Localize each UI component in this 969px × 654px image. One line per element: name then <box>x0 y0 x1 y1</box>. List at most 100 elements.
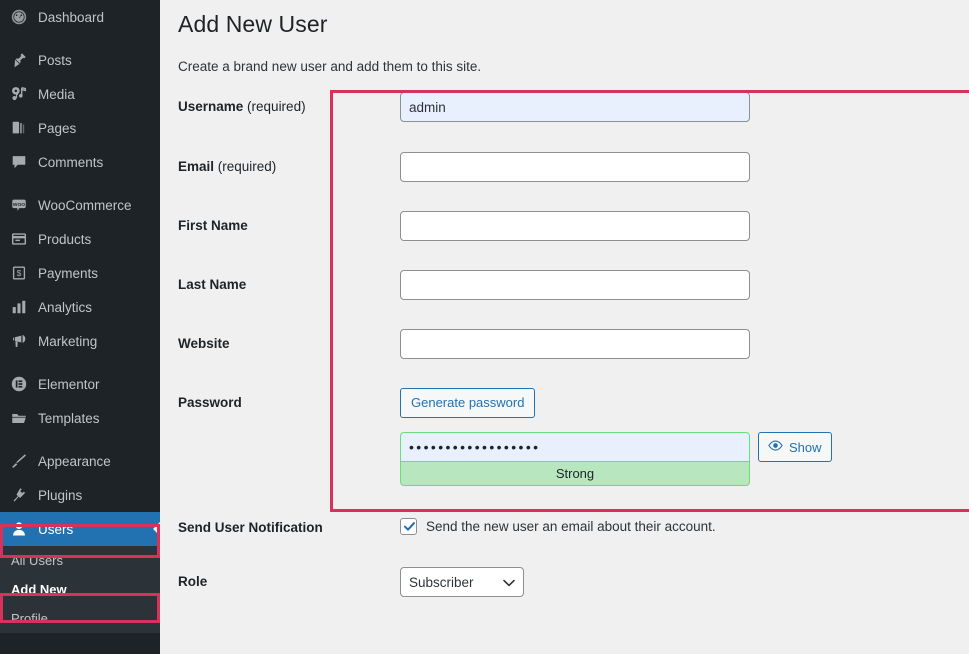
last-name-field-wrap <box>400 270 858 300</box>
email-input[interactable] <box>400 152 750 182</box>
sidebar-item-media[interactable]: Media <box>0 77 160 111</box>
sidebar-item-label: Templates <box>38 410 100 426</box>
sidebar-item-elementor[interactable]: Elementor <box>0 367 160 401</box>
last-name-input[interactable] <box>400 270 750 300</box>
website-input[interactable] <box>400 329 750 359</box>
sidebar-item-templates[interactable]: Templates <box>0 401 160 435</box>
sidebar-item-dashboard[interactable]: Dashboard <box>0 0 160 34</box>
role-field-wrap: Subscriber <box>400 567 858 597</box>
sidebar-item-plugins[interactable]: Plugins <box>0 478 160 512</box>
sidebar-item-marketing[interactable]: Marketing <box>0 324 160 358</box>
sidebar-item-label: Users <box>38 521 74 537</box>
users-icon <box>9 519 29 539</box>
email-required-suffix: (required) <box>214 159 277 174</box>
sidebar-item-woocommerce[interactable]: WOO WooCommerce <box>0 188 160 222</box>
password-input[interactable] <box>400 432 750 462</box>
sidebar-item-label: WooCommerce <box>38 197 132 213</box>
sidebar-item-pages[interactable]: Pages <box>0 111 160 145</box>
svg-text:$: $ <box>17 268 22 278</box>
form-row-send-notification: Send User Notification Send the new user… <box>178 518 858 535</box>
page-title: Add New User <box>178 11 328 37</box>
sidebar-item-label: Dashboard <box>38 9 105 25</box>
first-name-input[interactable] <box>400 211 750 241</box>
password-strength-label: Strong <box>555 465 595 481</box>
sidebar-subitem-label: All Users <box>11 553 64 568</box>
password-column: Strong <box>400 432 750 486</box>
role-select-value: Subscriber <box>409 574 474 590</box>
sidebar-item-all-users[interactable]: All Users <box>0 546 160 575</box>
sidebar-item-payments[interactable]: $ Payments <box>0 256 160 290</box>
first-name-label: First Name <box>178 211 400 233</box>
svg-text:WOO: WOO <box>13 202 25 208</box>
sidebar-item-label: Elementor <box>38 376 100 392</box>
form-row-last-name: Last Name <box>178 270 858 300</box>
comments-icon <box>9 152 29 172</box>
role-select[interactable]: Subscriber <box>400 567 524 597</box>
media-icon <box>9 84 29 104</box>
appearance-icon <box>9 451 29 471</box>
sidebar-item-label: Pages <box>38 120 77 136</box>
send-notification-field-wrap: Send the new user an email about their a… <box>400 518 858 535</box>
role-label: Role <box>178 567 400 589</box>
sidebar-item-label: Plugins <box>38 487 83 503</box>
page-subtitle: Create a brand new user and add them to … <box>178 59 482 74</box>
password-label-text: Password <box>178 395 242 410</box>
show-password-label: Show <box>789 439 822 455</box>
generate-password-button[interactable]: Generate password <box>400 388 536 418</box>
password-field-wrap: Generate password Strong <box>400 388 858 486</box>
elementor-icon <box>9 374 29 394</box>
payments-icon: $ <box>9 263 29 283</box>
sidebar-item-comments[interactable]: Comments <box>0 145 160 179</box>
form-row-password: Password Generate password Strong <box>178 388 858 486</box>
first-name-field-wrap <box>400 211 858 241</box>
email-label-text: Email <box>178 159 215 174</box>
sidebar-subitem-label: Add New <box>11 582 67 597</box>
sidebar-subitem-label: Profile <box>11 611 48 626</box>
checkmark-icon <box>403 522 416 531</box>
sidebar-item-label: Appearance <box>38 453 111 469</box>
password-strength-indicator: Strong <box>400 461 750 486</box>
password-entry-group: Strong Show <box>400 432 858 486</box>
sidebar-item-analytics[interactable]: Analytics <box>0 290 160 324</box>
password-label: Password <box>178 388 400 410</box>
send-notification-checkbox-label: Send the new user an email about their a… <box>426 519 716 534</box>
username-field-wrap <box>400 92 858 122</box>
show-password-button[interactable]: Show <box>758 432 832 462</box>
sidebar-item-add-new[interactable]: Add New <box>0 575 160 604</box>
products-icon <box>9 229 29 249</box>
role-label-text: Role <box>178 574 208 589</box>
first-name-label-text: First Name <box>178 218 248 233</box>
main-content: Add New User Create a brand new user and… <box>160 0 969 654</box>
form-row-first-name: First Name <box>178 211 858 241</box>
send-notification-checkbox-row[interactable]: Send the new user an email about their a… <box>400 518 858 535</box>
sidebar-item-label: Analytics <box>38 299 93 315</box>
sidebar-separator <box>0 435 160 444</box>
sidebar-separator <box>0 179 160 188</box>
pin-icon <box>9 50 29 70</box>
website-field-wrap <box>400 329 858 359</box>
sidebar-item-appearance[interactable]: Appearance <box>0 444 160 478</box>
wordpress-admin-screen: Dashboard Posts Media Pages Comments WOO… <box>0 0 969 654</box>
sidebar-separator <box>0 358 160 367</box>
sidebar-item-label: Comments <box>38 154 104 170</box>
sidebar-item-products[interactable]: Products <box>0 222 160 256</box>
username-label-text: Username <box>178 99 244 114</box>
sidebar-separator <box>0 34 160 43</box>
marketing-icon <box>9 331 29 351</box>
form-row-role: Role Subscriber <box>178 567 858 597</box>
plugins-icon <box>9 485 29 505</box>
sidebar-item-profile[interactable]: Profile <box>0 604 160 633</box>
sidebar-item-label: Products <box>38 231 92 247</box>
sidebar-item-users[interactable]: Users <box>0 512 160 546</box>
username-required-suffix: (required) <box>243 99 306 114</box>
website-label: Website <box>178 329 400 351</box>
add-user-form: Username (required) Email (required) Fir… <box>178 92 858 597</box>
email-field-wrap <box>400 152 858 182</box>
send-notification-checkbox[interactable] <box>400 518 417 535</box>
send-notification-label-text: Send User Notification <box>178 520 323 535</box>
sidebar-item-posts[interactable]: Posts <box>0 43 160 77</box>
email-label: Email (required) <box>178 152 400 174</box>
form-row-email: Email (required) <box>178 152 858 182</box>
woocommerce-icon: WOO <box>9 195 29 215</box>
username-input[interactable] <box>400 92 750 122</box>
